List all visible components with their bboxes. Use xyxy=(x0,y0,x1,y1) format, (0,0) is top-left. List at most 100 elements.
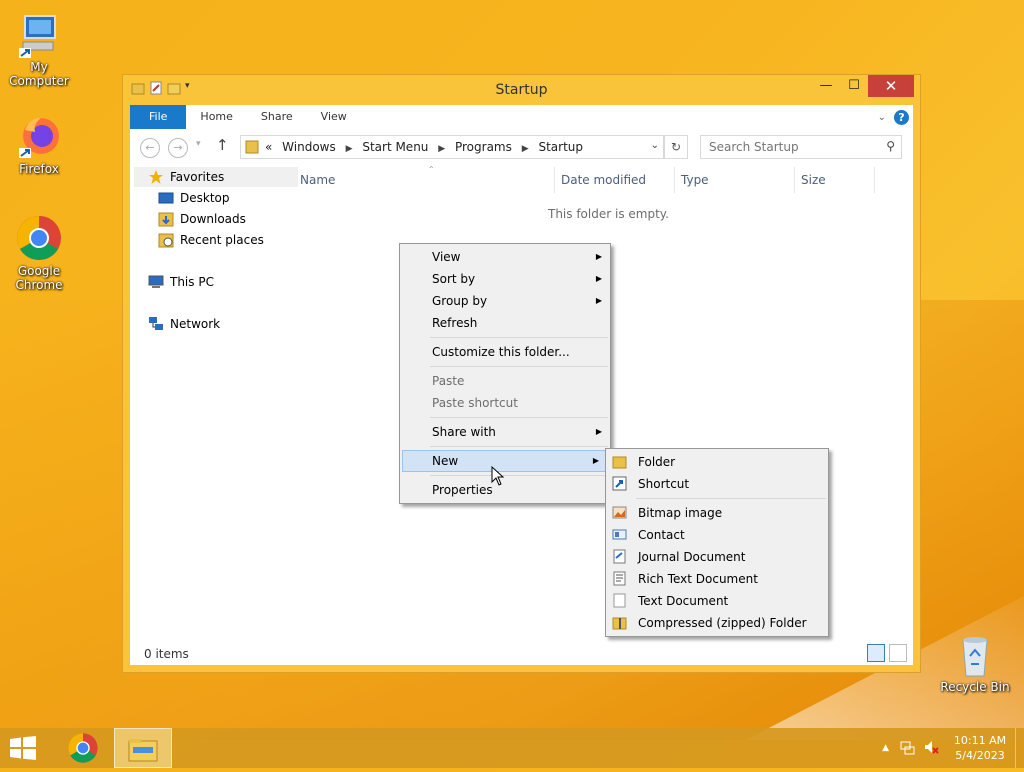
menu-item-properties[interactable]: Properties xyxy=(400,479,610,501)
refresh-button[interactable]: ↻ xyxy=(664,135,688,159)
menu-item-view[interactable]: View ▶ xyxy=(400,246,610,268)
submenu-item-journal-document[interactable]: Journal Document xyxy=(606,546,828,568)
firefox-icon xyxy=(15,112,63,160)
breadcrumb-startup[interactable]: Startup xyxy=(538,140,583,154)
submenu-item-text-document[interactable]: Text Document xyxy=(606,590,828,612)
close-button[interactable]: ✕ xyxy=(868,75,914,97)
menu-item-group-by[interactable]: Group by ▶ xyxy=(400,290,610,312)
submenu-item-folder[interactable]: Folder xyxy=(606,451,828,473)
nav-item-recent-places[interactable]: Recent places xyxy=(158,230,264,250)
desktop-icon xyxy=(158,190,174,206)
taskbar-chrome[interactable] xyxy=(54,728,112,768)
refresh-icon: ↻ xyxy=(670,140,682,154)
search-box[interactable]: ⚲ xyxy=(700,135,902,159)
submenu-item-rich-text-document[interactable]: Rich Text Document xyxy=(606,568,828,590)
desktop-icon-my-computer[interactable]: My Computer xyxy=(0,10,78,88)
column-header-type[interactable]: Type xyxy=(681,173,709,187)
recent-locations-icon[interactable]: ▾ xyxy=(196,139,201,149)
menu-item-label: Refresh xyxy=(432,316,478,330)
view-switcher xyxy=(867,644,907,662)
volume-muted-icon[interactable] xyxy=(923,739,939,758)
column-header-size[interactable]: Size xyxy=(801,173,826,187)
large-icons-view-button[interactable] xyxy=(889,644,907,662)
desktop-icon-recycle-bin[interactable]: Recycle Bin xyxy=(936,630,1014,694)
nav-item-desktop[interactable]: Desktop xyxy=(158,188,230,208)
tab-home[interactable]: Home xyxy=(186,105,246,129)
show-desktop-button[interactable] xyxy=(1015,728,1024,768)
network-status-icon[interactable] xyxy=(899,739,915,758)
column-divider[interactable] xyxy=(674,167,675,193)
address-bar[interactable]: « Windows ▶ Start Menu ▶ Programs ▶ Star… xyxy=(240,135,664,159)
details-view-button[interactable] xyxy=(867,644,885,662)
nav-item-favorites[interactable]: Favorites xyxy=(134,167,298,187)
menu-item-label: Shortcut xyxy=(638,477,690,491)
breadcrumb-separator[interactable]: ▶ xyxy=(346,144,353,154)
start-button[interactable] xyxy=(8,736,38,760)
column-header-name[interactable]: Name xyxy=(300,173,335,187)
menu-separator xyxy=(430,366,608,367)
nav-item-this-pc[interactable]: This PC xyxy=(148,272,214,292)
breadcrumb-windows[interactable]: Windows xyxy=(282,140,336,154)
menu-item-label: Properties xyxy=(432,483,493,497)
show-hidden-icons-icon[interactable]: ▲ xyxy=(882,743,889,753)
column-divider[interactable] xyxy=(554,167,555,193)
menu-item-new[interactable]: New ▶ xyxy=(402,450,608,472)
chrome-icon xyxy=(15,214,63,262)
submenu-item-shortcut[interactable]: Shortcut xyxy=(606,473,828,495)
menu-separator xyxy=(430,446,608,447)
menu-item-sort-by[interactable]: Sort by ▶ xyxy=(400,268,610,290)
minimize-button[interactable]: — xyxy=(812,75,840,97)
search-icon[interactable]: ⚲ xyxy=(886,139,895,153)
breadcrumb-programs[interactable]: Programs xyxy=(455,140,512,154)
breadcrumb-separator[interactable]: ▶ xyxy=(438,144,445,154)
menu-item-label: Paste xyxy=(432,374,465,388)
submenu-item-bitmap-image[interactable]: Bitmap image xyxy=(606,502,828,524)
address-dropdown-icon[interactable]: ⌄ xyxy=(651,140,659,151)
breadcrumb-separator[interactable]: ▶ xyxy=(522,144,529,154)
nav-item-label: Desktop xyxy=(180,191,230,205)
menu-separator xyxy=(636,498,826,499)
submenu-item-compressed-folder[interactable]: Compressed (zipped) Folder xyxy=(606,612,828,634)
submenu-item-contact[interactable]: Contact xyxy=(606,524,828,546)
menu-item-paste-shortcut: Paste shortcut xyxy=(400,392,610,414)
network-icon xyxy=(148,316,164,332)
column-divider[interactable] xyxy=(874,167,875,193)
clock[interactable]: 10:11 AM 5/4/2023 xyxy=(945,733,1015,763)
taskbar-file-explorer[interactable] xyxy=(114,728,172,768)
breadcrumb-overflow[interactable]: « xyxy=(265,140,272,154)
breadcrumb-start-menu[interactable]: Start Menu xyxy=(362,140,428,154)
expand-ribbon-icon[interactable]: ⌄ xyxy=(878,112,886,123)
search-input[interactable] xyxy=(701,136,881,158)
address-row: ← → ▾ ↑ « Windows ▶ Start Menu ▶ Program… xyxy=(130,129,913,165)
column-divider[interactable] xyxy=(794,167,795,193)
downloads-icon xyxy=(158,211,174,227)
contact-icon xyxy=(612,527,627,542)
context-menu: View ▶ Sort by ▶ Group by ▶ Refresh Customi… xyxy=(399,243,611,504)
tab-file[interactable]: File xyxy=(130,105,187,129)
up-button[interactable]: ↑ xyxy=(216,136,229,154)
menu-item-label: Group by xyxy=(432,294,488,308)
menu-item-label: Folder xyxy=(638,455,676,469)
menu-item-label: Journal Document xyxy=(638,550,746,564)
menu-item-label: Bitmap image xyxy=(638,506,723,520)
maximize-button[interactable]: ☐ xyxy=(840,75,868,97)
desktop-icon-firefox[interactable]: Firefox xyxy=(0,112,78,176)
forward-button[interactable]: → xyxy=(168,138,188,158)
menu-item-share-with[interactable]: Share with ▶ xyxy=(400,421,610,443)
title-bar[interactable]: ▾ Startup — ☐ ✕ xyxy=(123,75,920,105)
tab-share[interactable]: Share xyxy=(247,105,307,129)
menu-item-label: Share with xyxy=(432,425,496,439)
menu-item-customize-folder[interactable]: Customize this folder... xyxy=(400,341,610,363)
menu-item-refresh[interactable]: Refresh xyxy=(400,312,610,334)
submenu-arrow-icon: ▶ xyxy=(595,427,602,436)
nav-item-network[interactable]: Network xyxy=(148,314,220,334)
system-tray: ▲ 10:11 AM 5/4/2023 xyxy=(882,728,1024,768)
help-icon[interactable]: ? xyxy=(894,109,909,125)
back-button[interactable]: ← xyxy=(140,138,160,158)
desktop-icon-google-chrome[interactable]: Google Chrome xyxy=(0,214,78,292)
tab-view[interactable]: View xyxy=(307,105,361,129)
nav-item-downloads[interactable]: Downloads xyxy=(158,209,246,229)
column-header-date-modified[interactable]: Date modified xyxy=(561,173,646,187)
window-controls: — ☐ ✕ xyxy=(812,75,914,97)
file-explorer-icon xyxy=(128,739,158,762)
